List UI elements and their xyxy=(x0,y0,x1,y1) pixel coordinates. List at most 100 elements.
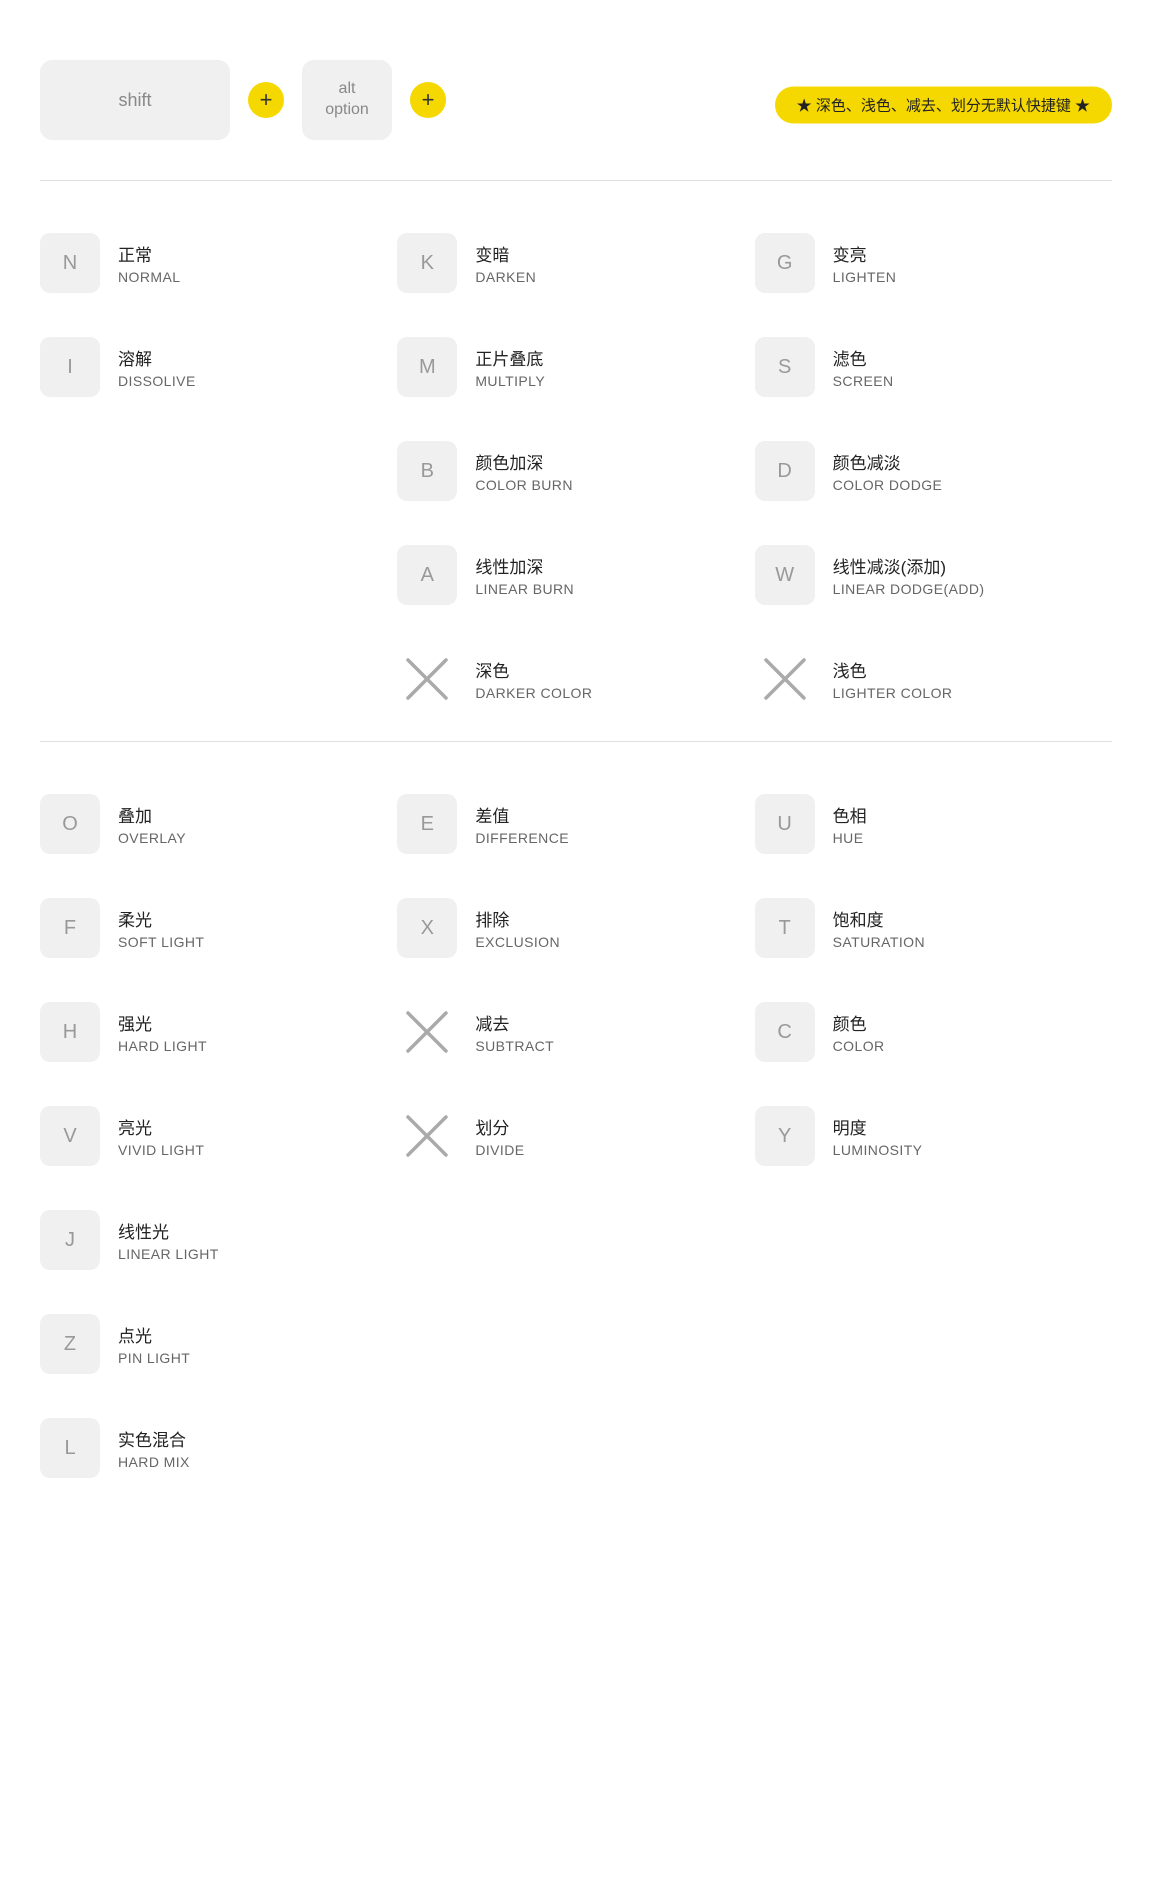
blend-name-zh: 颜色 xyxy=(833,1010,885,1035)
blend-name-zh: 排除 xyxy=(475,906,560,931)
key-label: N xyxy=(40,233,100,293)
x-icon xyxy=(397,1002,457,1062)
blend-item: S滤色SCREEN xyxy=(755,315,1112,419)
blend-text: 亮光 VIVID LIGHT xyxy=(118,1114,204,1158)
key-label: H xyxy=(40,1002,100,1062)
key-label: X xyxy=(397,898,457,958)
blend-text: 排除 EXCLUSION xyxy=(475,906,560,950)
blend-name-en: LIGHTEN xyxy=(833,269,897,285)
blend-name-en: LUMINOSITY xyxy=(833,1142,923,1158)
blend-item: F柔光SOFT LIGHT xyxy=(40,876,397,980)
divider-2 xyxy=(40,741,1112,742)
note-badge: ★ 深色、浅色、减去、划分无默认快捷键 ★ xyxy=(775,87,1112,124)
blend-name-en: OVERLAY xyxy=(118,830,186,846)
blend-name-en: SUBTRACT xyxy=(475,1038,554,1054)
blend-name-zh: 差值 xyxy=(475,802,569,827)
blend-name-zh: 线性减淡(添加) xyxy=(833,553,985,578)
blend-name-en: COLOR DODGE xyxy=(833,477,943,493)
blend-text: 线性光LINEAR LIGHT xyxy=(118,1218,219,1262)
section2-grid: O叠加OVERLAYE差值DIFFERENCEU色相HUEF柔光SOFT LIG… xyxy=(40,772,1112,1500)
key-label: K xyxy=(397,233,457,293)
key-label: L xyxy=(40,1418,100,1478)
alt-option-key: altoption xyxy=(302,60,392,140)
blend-item: D颜色减淡COLOR DODGE xyxy=(755,419,1112,523)
key-label: Y xyxy=(755,1106,815,1166)
empty-placeholder xyxy=(755,1314,815,1374)
blend-name-zh: 溶解 xyxy=(118,345,196,370)
key-label: V xyxy=(40,1106,100,1166)
empty-placeholder xyxy=(397,1210,457,1270)
divider-1 xyxy=(40,180,1112,181)
blend-name-zh: 深色 xyxy=(475,657,592,682)
blend-item: L 实色混合 HARD MIX xyxy=(40,1396,397,1500)
key-label: T xyxy=(755,898,815,958)
blend-name-en: VIVID LIGHT xyxy=(118,1142,204,1158)
blend-name-zh: 亮光 xyxy=(118,1114,204,1139)
blend-text: 滤色SCREEN xyxy=(833,345,894,389)
blend-name-zh: 实色混合 xyxy=(118,1426,190,1451)
blend-name-en: HARD MIX xyxy=(118,1454,190,1470)
blend-name-zh: 滤色 xyxy=(833,345,894,370)
blend-name-zh: 变亮 xyxy=(833,241,897,266)
blend-item: M 正片叠底 MULTIPLY xyxy=(397,315,754,419)
blend-name-zh: 明度 xyxy=(833,1114,923,1139)
blend-item: G变亮LIGHTEN xyxy=(755,211,1112,315)
blend-name-en: SOFT LIGHT xyxy=(118,934,204,950)
header-area: shift + altoption + ★ 深色、浅色、减去、划分无默认快捷键 … xyxy=(40,40,1112,170)
key-label: E xyxy=(397,794,457,854)
blend-item: Y 明度 LUMINOSITY xyxy=(755,1084,1112,1188)
blend-text: 减去SUBTRACT xyxy=(475,1010,554,1054)
blend-text: 变暗DARKEN xyxy=(475,241,536,285)
x-icon xyxy=(397,649,457,709)
empty-placeholder xyxy=(40,545,100,605)
blend-item: K 变暗DARKEN xyxy=(397,211,754,315)
key-label: A xyxy=(397,545,457,605)
blend-item xyxy=(755,1292,1112,1396)
blend-text: 线性减淡(添加) LINEAR DODGE(ADD) xyxy=(833,553,985,597)
blend-item: X 排除 EXCLUSION xyxy=(397,876,754,980)
empty-placeholder xyxy=(40,441,100,501)
key-label: J xyxy=(40,1210,100,1270)
blend-name-zh: 点光 xyxy=(118,1322,190,1347)
blend-name-zh: 正常 xyxy=(118,241,180,266)
blend-name-en: EXCLUSION xyxy=(475,934,560,950)
blend-item: 深色DARKER COLOR xyxy=(397,627,754,731)
section-1: N正常NORMALK变暗DARKENG变亮LIGHTENI溶解DISSOLIVE… xyxy=(40,211,1112,731)
blend-item: 划分DIVIDE xyxy=(397,1084,754,1188)
blend-name-en: DIFFERENCE xyxy=(475,830,569,846)
blend-item: Z点光PIN LIGHT xyxy=(40,1292,397,1396)
blend-item: 浅色LIGHTER COLOR xyxy=(755,627,1112,731)
blend-text: 变亮 LIGHTEN xyxy=(833,241,897,285)
empty-placeholder xyxy=(755,1210,815,1270)
key-label: F xyxy=(40,898,100,958)
blend-text: 颜色加深COLOR BURN xyxy=(475,449,573,493)
key-label: I xyxy=(40,337,100,397)
blend-name-en: NORMAL xyxy=(118,269,180,285)
plus2-icon: + xyxy=(410,82,446,118)
key-label: M xyxy=(397,337,457,397)
blend-item: H 强光HARD LIGHT xyxy=(40,980,397,1084)
blend-text: 实色混合 HARD MIX xyxy=(118,1426,190,1470)
key-label: W xyxy=(755,545,815,605)
blend-item: V 亮光 VIVID LIGHT xyxy=(40,1084,397,1188)
blend-name-en: COLOR xyxy=(833,1038,885,1054)
shift-key: shift xyxy=(40,60,230,140)
blend-name-en: HUE xyxy=(833,830,867,846)
blend-name-zh: 线性光 xyxy=(118,1218,219,1243)
blend-item: B颜色加深COLOR BURN xyxy=(397,419,754,523)
blend-text: 正常 NORMAL xyxy=(118,241,180,285)
blend-name-en: MULTIPLY xyxy=(475,373,545,389)
x-icon xyxy=(755,649,815,709)
blend-name-zh: 正片叠底 xyxy=(475,345,545,370)
blend-name-en: SATURATION xyxy=(833,934,925,950)
blend-name-zh: 线性加深 xyxy=(475,553,574,578)
key-label: C xyxy=(755,1002,815,1062)
alt-option-text: altoption xyxy=(325,79,369,121)
blend-name-en: LINEAR DODGE(ADD) xyxy=(833,581,985,597)
blend-text: 深色DARKER COLOR xyxy=(475,657,592,701)
blend-item: N 正常 NORMAL xyxy=(40,211,397,315)
blend-name-en: LINEAR BURN xyxy=(475,581,574,597)
blend-text: 强光HARD LIGHT xyxy=(118,1010,207,1054)
blend-text: 色相HUE xyxy=(833,802,867,846)
key-label: Z xyxy=(40,1314,100,1374)
